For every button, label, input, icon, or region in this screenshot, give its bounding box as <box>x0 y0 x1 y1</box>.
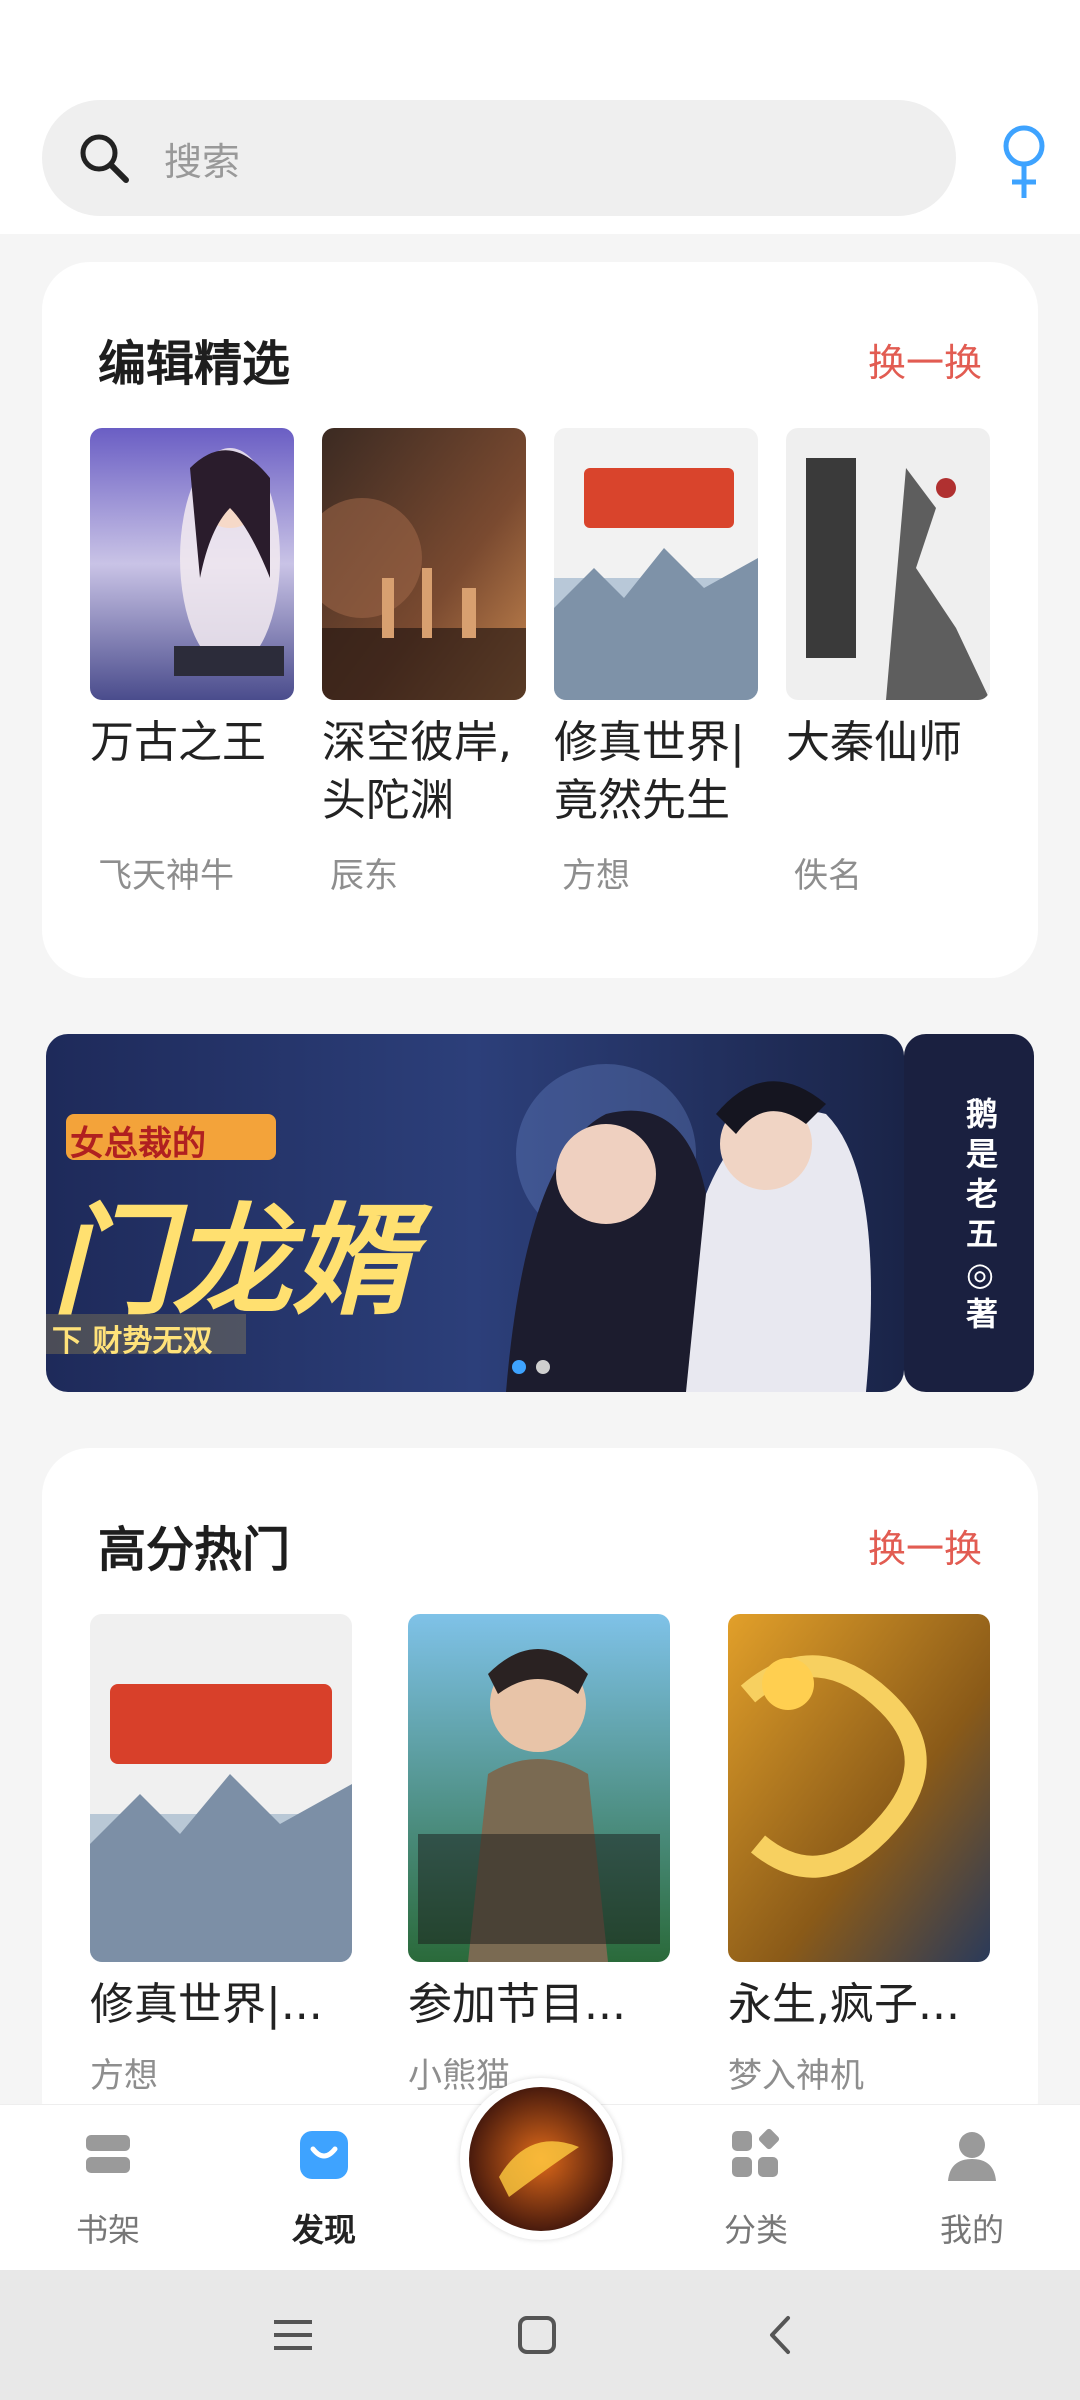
book-author: 方想 <box>562 856 630 896</box>
book-item[interactable]: 深空彼岸,头陀渊 <box>322 428 526 830</box>
editor-picks-card: 编辑精选 换一换 万古之王 深空彼岸,头陀渊 修真世界|竟然先生 大秦仙师 飞天… <box>42 262 1038 978</box>
now-playing-button[interactable] <box>460 2078 622 2240</box>
tab-label: 分类 <box>723 2211 788 2249</box>
carousel-dot-active <box>512 1360 526 1374</box>
banner-headline: 门龙婿 <box>52 1193 412 1332</box>
banner-side-text: 鹅是老五◎著 <box>966 1095 999 1333</box>
book-cover[interactable] <box>554 428 758 700</box>
book-title: 永生,疯子... <box>728 1979 960 2030</box>
bookshelf-icon <box>86 2135 130 2173</box>
tab-label: 书架 <box>75 2211 140 2249</box>
search-bar[interactable]: 搜索 <box>42 100 956 216</box>
top-bar: 搜索 <box>0 0 1080 234</box>
book-title: 万古之王 <box>90 717 266 768</box>
tab-label: 我的 <box>939 2211 1004 2249</box>
search-placeholder: 搜索 <box>164 139 241 184</box>
section-title: 高分热门 <box>98 1522 291 1578</box>
hot-section-card: 高分热门 换一换 修真世界|... 方想 参加节目... 小熊猫 永生,疯子..… <box>42 1448 1038 2148</box>
search-icon <box>80 134 129 183</box>
section-title: 编辑精选 <box>98 336 291 392</box>
tab-label: 发现 <box>291 2211 356 2249</box>
tab-bookshelf[interactable]: 书架 <box>38 2127 178 2251</box>
book-author: 梦入神机 <box>728 2056 864 2096</box>
tab-category[interactable]: 分类 <box>686 2127 826 2251</box>
carousel-indicator <box>512 1360 550 1374</box>
book-item[interactable]: 万古之王 <box>90 428 294 772</box>
next-banner-preview[interactable]: 鹅是老五◎著 <box>904 1034 1034 1392</box>
book-title: 参加节目... <box>408 1979 626 2030</box>
book-title: 修真世界|... <box>90 1979 323 2030</box>
refresh-button[interactable]: 换一换 <box>868 1518 982 1573</box>
book-author: 佚名 <box>794 856 862 896</box>
refresh-button[interactable]: 换一换 <box>868 332 982 387</box>
book-title: 修真世界|竟然先生 <box>554 717 745 826</box>
book-item[interactable]: 修真世界|... 方想 <box>90 1614 352 2097</box>
book-cover[interactable] <box>728 1614 990 1962</box>
banner-subline: 下 财势无双 <box>52 1324 213 1359</box>
menu-icon[interactable] <box>266 2308 320 2362</box>
home-icon[interactable] <box>510 2308 564 2362</box>
promo-banner[interactable]: 女总裁的 门龙婿 下 财势无双 <box>46 1034 904 1392</box>
banner-tagline: 女总裁的 <box>70 1124 206 1164</box>
book-item[interactable]: 大秦仙师 <box>786 428 990 772</box>
tab-discover[interactable]: 发现 <box>254 2127 394 2251</box>
book-item[interactable]: 永生,疯子... 梦入神机 <box>728 1614 990 2097</box>
book-cover[interactable] <box>408 1614 670 1962</box>
book-title: 深空彼岸,头陀渊 <box>322 717 512 826</box>
tab-profile[interactable]: 我的 <box>902 2127 1042 2251</box>
profile-icon <box>948 2132 996 2181</box>
book-author: 飞天神牛 <box>98 856 234 896</box>
now-playing-cover <box>469 2087 613 2231</box>
back-icon[interactable] <box>754 2308 808 2362</box>
carousel-dot <box>536 1360 550 1374</box>
female-icon[interactable] <box>996 122 1052 202</box>
discover-bag-icon <box>300 2131 348 2179</box>
book-author: 辰东 <box>330 856 398 896</box>
book-cover[interactable] <box>90 428 294 700</box>
book-cover[interactable] <box>786 428 990 700</box>
book-cover[interactable] <box>90 1614 352 1962</box>
book-title: 大秦仙师 <box>786 717 962 768</box>
book-item[interactable]: 修真世界|竟然先生 <box>554 428 758 830</box>
book-item[interactable]: 参加节目... 小熊猫 <box>408 1614 670 2097</box>
book-cover[interactable] <box>322 428 526 700</box>
system-nav-bar <box>0 2270 1080 2400</box>
category-icon <box>732 2128 780 2177</box>
book-author: 方想 <box>90 2056 158 2096</box>
